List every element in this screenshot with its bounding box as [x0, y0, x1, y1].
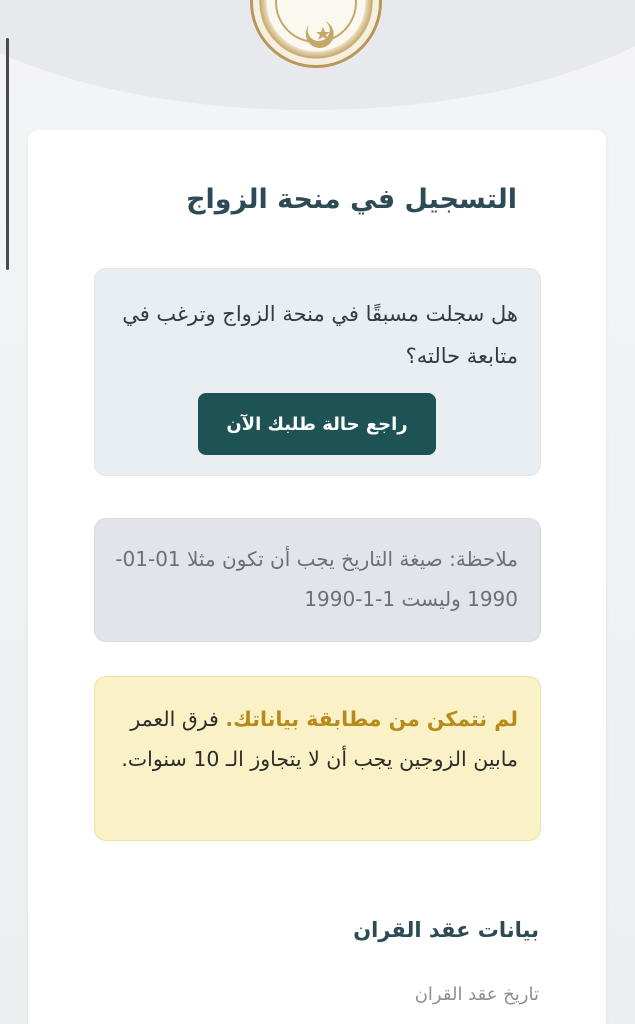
date-format-note: ملاحظة: صيغة التاريخ يجب أن تكون مثلا 01… — [94, 518, 541, 642]
warning-highlight: لم نتمكن من مطابقة بياناتك. — [225, 707, 518, 731]
followup-panel: هل سجلت مسبقًا في منحة الزواج وترغب في م… — [94, 268, 541, 476]
check-status-button[interactable]: راجع حالة طلبك الآن — [198, 393, 436, 455]
page-title: التسجيل في منحة الزواج — [186, 184, 517, 215]
note-text: ملاحظة: صيغة التاريخ يجب أن تكون مثلا 01… — [115, 547, 518, 611]
page: التسجيل في منحة الزواج هل سجلت مسبقًا في… — [0, 0, 635, 1024]
emblem-icon — [275, 0, 357, 48]
age-warning-alert: لم نتمكن من مطابقة بياناتك. فرق العمر ما… — [94, 676, 541, 841]
government-emblem-logo — [250, 0, 382, 68]
scrollbar[interactable] — [6, 38, 9, 270]
section-title-marriage-contract: بيانات عقد القران — [353, 918, 539, 942]
warning-message: لم نتمكن من مطابقة بياناتك. فرق العمر ما… — [113, 699, 518, 779]
followup-question: هل سجلت مسبقًا في منحة الزواج وترغب في م… — [122, 302, 518, 368]
contract-date-label: تاريخ عقد القران — [414, 984, 539, 1005]
